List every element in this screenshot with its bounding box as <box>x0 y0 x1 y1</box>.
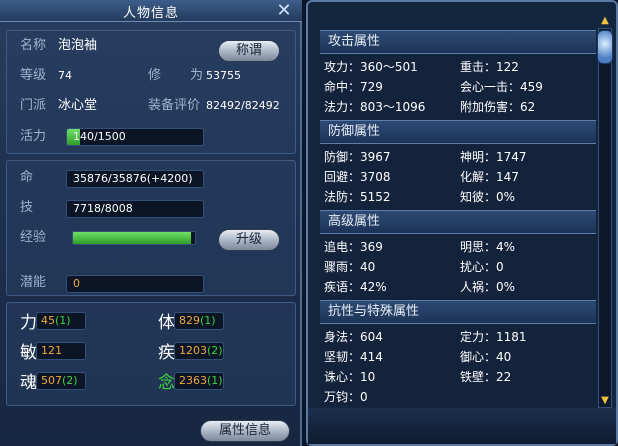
stat-advanced-item: 明思：4% <box>460 240 516 254</box>
hp-value: 35876/35876(+4200) <box>66 170 204 188</box>
attribute-bonus: (2) <box>62 374 78 387</box>
cultivation-label-2: 为 <box>190 68 204 83</box>
attribute-bonus: (1) <box>55 314 71 327</box>
vitality-bar: 140/1500 <box>66 128 204 146</box>
hp-label: 命 <box>20 170 34 185</box>
stat-resist-item: 定力：1181 <box>460 330 527 344</box>
stat-defense-item: 回避：3708 <box>324 170 391 184</box>
attribute-number: 2363 <box>179 374 207 387</box>
close-icon[interactable]: ✕ <box>274 1 294 20</box>
skill-value: 7718/8008 <box>66 200 204 218</box>
stats-panel: 攻击属性 防御属性 高级属性 抗性与特殊属性 ▲ ▼ 攻力：360～501 重击：… <box>306 0 618 446</box>
attribute-number: 829 <box>179 314 200 327</box>
scroll-down-icon[interactable]: ▼ <box>599 396 611 406</box>
faction-value: 冰心堂 <box>58 98 98 113</box>
cultivation-value: 53755 <box>206 69 241 82</box>
scrollbar-track[interactable] <box>598 28 612 408</box>
exp-bar <box>72 231 196 245</box>
stat-resist-item: 铁壁：22 <box>460 370 512 384</box>
attribute-value: 121 <box>36 342 86 360</box>
scrollbar-thumb[interactable] <box>597 30 613 64</box>
stat-defense-item: 神明：1747 <box>460 150 527 164</box>
stat-advanced-item: 人祸：0% <box>460 280 516 294</box>
faction-label: 门派 <box>20 98 47 113</box>
skill-label: 技 <box>20 200 34 215</box>
stat-advanced-item: 扰心：0 <box>460 260 504 274</box>
stat-advanced-item: 骤雨：40 <box>324 260 376 274</box>
name-value: 泡泡袖 <box>58 38 98 53</box>
stat-defense-item: 化解：147 <box>460 170 519 184</box>
attack-section-header: 攻击属性 <box>320 30 596 54</box>
attribute-label: 敏 <box>20 343 37 363</box>
levelup-button[interactable]: 升级 <box>218 229 280 251</box>
stat-defense-item: 法防：5152 <box>324 190 391 204</box>
level-value: 74 <box>58 69 72 82</box>
cultivation-label: 修 <box>148 68 162 83</box>
advanced-section-header: 高级属性 <box>320 210 596 234</box>
potential-value: 0 <box>66 275 204 293</box>
stat-defense-item: 防御：3967 <box>324 150 391 164</box>
attribute-value: 829(1) <box>174 312 224 330</box>
stat-attack-item: 重击：122 <box>460 60 519 74</box>
stat-attack-item: 命中：729 <box>324 80 383 94</box>
attribute-bonus: (1) <box>207 374 223 387</box>
attribute-value: 1203(2) <box>174 342 224 360</box>
panel-footer <box>308 408 616 444</box>
character-info-panel: 人物信息 ✕ 名称 泡泡袖 称谓 等级 74 修 为 53755 门派 冰心堂 … <box>0 0 302 446</box>
stat-advanced-item: 追电：369 <box>324 240 383 254</box>
attribute-label: 念 <box>158 373 175 393</box>
title-button[interactable]: 称谓 <box>218 40 280 62</box>
attribute-label: 体 <box>158 313 175 333</box>
gear-rating-label: 装备评价 <box>148 98 201 113</box>
stat-attack-item: 攻力：360～501 <box>324 60 418 74</box>
attribute-label: 魂 <box>20 373 37 393</box>
attribute-info-button[interactable]: 属性信息 <box>200 420 290 442</box>
attribute-value: 507(2) <box>36 372 86 390</box>
attribute-number: 121 <box>41 344 62 357</box>
stat-attack-item: 法力：803～1096 <box>324 100 426 114</box>
defense-section-header: 防御属性 <box>320 120 596 144</box>
attribute-bonus: (1) <box>200 314 216 327</box>
title-bar[interactable]: 人物信息 ✕ <box>0 0 302 22</box>
vitality-value: 140/1500 <box>73 130 126 143</box>
resist-section-header: 抗性与特殊属性 <box>320 300 596 324</box>
stat-resist-item: 身法：604 <box>324 330 383 344</box>
attribute-number: 45 <box>41 314 55 327</box>
potential-label: 潜能 <box>20 275 47 290</box>
attribute-label: 力 <box>20 313 37 333</box>
attribute-value: 45(1) <box>36 312 86 330</box>
stat-advanced-item: 疾语：42% <box>324 280 387 294</box>
name-label: 名称 <box>20 38 47 53</box>
attribute-value: 2363(1) <box>174 372 224 390</box>
attribute-number: 1203 <box>179 344 207 357</box>
attribute-label: 疾 <box>158 343 175 363</box>
stat-resist-item: 御心：40 <box>460 350 512 364</box>
attribute-number: 507 <box>41 374 62 387</box>
gear-rating-value: 82492/82492 <box>206 99 280 112</box>
stat-attack-item: 附加伤害：62 <box>460 100 536 114</box>
exp-fill <box>73 232 192 244</box>
scroll-up-icon[interactable]: ▲ <box>599 16 611 26</box>
attribute-bonus: (2) <box>207 344 223 357</box>
exp-label: 经验 <box>20 230 47 245</box>
window-title: 人物信息 <box>122 6 179 21</box>
vitality-label: 活力 <box>20 129 47 144</box>
stat-resist-item: 坚韧：414 <box>324 350 383 364</box>
stat-resist-item: 诛心：10 <box>324 370 376 384</box>
stat-resist-item: 万钧：0 <box>324 390 368 404</box>
stat-attack-item: 会心一击：459 <box>460 80 543 94</box>
level-label: 等级 <box>20 68 47 83</box>
stat-defense-item: 知彼：0% <box>460 190 516 204</box>
